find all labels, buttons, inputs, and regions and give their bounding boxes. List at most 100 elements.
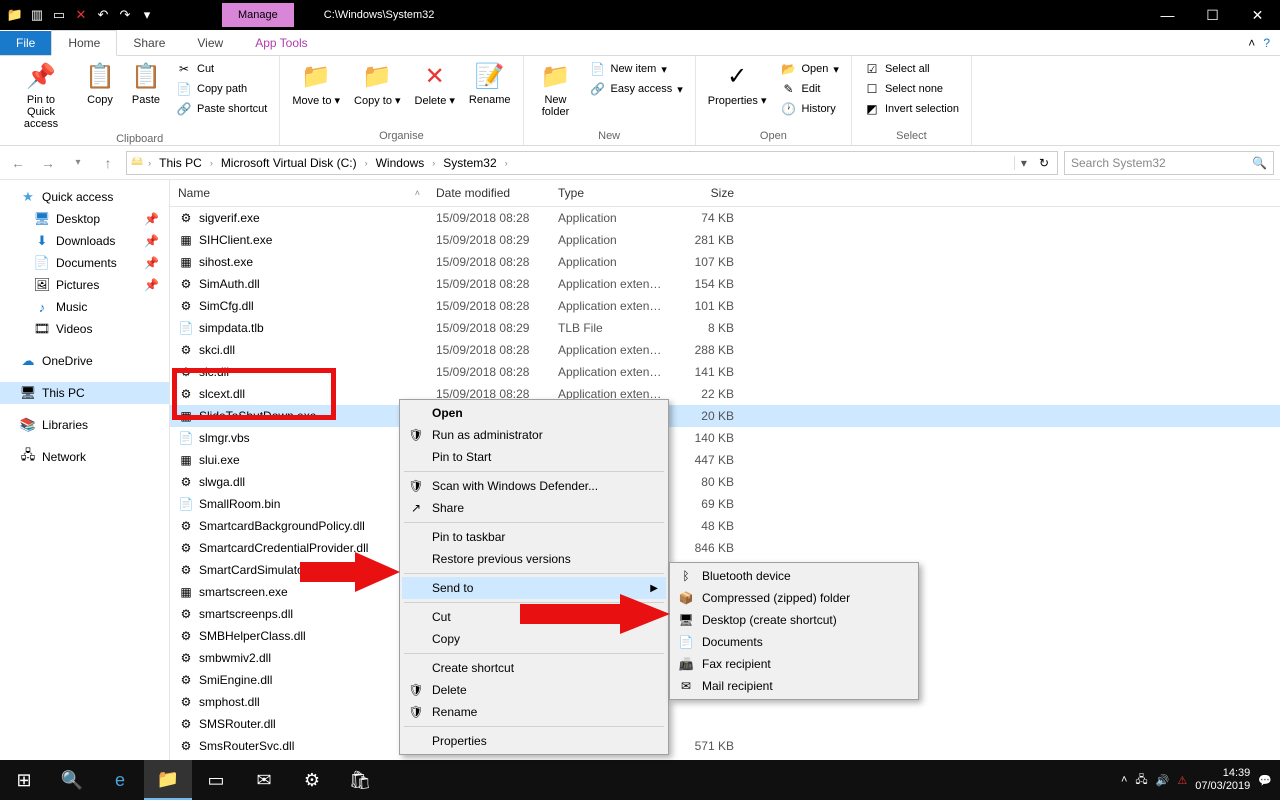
nav-quick-access[interactable]: ★Quick access [0,186,169,208]
invert-selection-button[interactable]: ◩Invert selection [862,100,961,118]
nav-onedrive[interactable]: ☁OneDrive [0,350,169,372]
crumb-0[interactable]: This PC [156,156,205,170]
delete-button[interactable]: ✕Delete ▾ [409,58,461,109]
nav-documents[interactable]: 📄Documents📌 [0,252,169,274]
pin-to-quick-access-button[interactable]: 📌Pin to Quick access [6,58,76,132]
move-to-button[interactable]: 📁Move to ▾ [286,58,346,109]
properties-button[interactable]: ✓Properties ▾ [702,58,773,109]
tray-clock[interactable]: 14:3907/03/2019 [1195,767,1250,793]
file-row[interactable]: ⚙SmartcardCredentialProvider.dll846 KB [170,537,1280,559]
file-row[interactable]: ▦slui.exe447 KB [170,449,1280,471]
close-button[interactable]: ✕ [1235,0,1280,30]
save-icon[interactable]: ▥ [28,6,46,24]
crumb-2[interactable]: Windows [373,156,428,170]
menu-item[interactable]: ᛒBluetooth device [672,565,916,587]
file-row[interactable]: ⚙SimCfg.dll15/09/2018 08:28Application e… [170,295,1280,317]
col-date[interactable]: Date modified [428,184,550,202]
file-row[interactable]: 📄slmgr.vbs140 KB [170,427,1280,449]
file-row[interactable]: ▦SIHClient.exe15/09/2018 08:29Applicatio… [170,229,1280,251]
task-explorer[interactable]: 📁 [144,760,192,800]
nav-this-pc[interactable]: 🖥This PC [0,382,169,404]
cut-button[interactable]: ✂Cut [174,60,269,78]
menu-item[interactable]: 📦Compressed (zipped) folder [672,587,916,609]
menu-item[interactable]: Restore previous versions [402,548,666,570]
nav-downloads[interactable]: ⬇Downloads📌 [0,230,169,252]
task-search[interactable]: 🔍 [48,760,96,800]
open-button[interactable]: 📂Open ▾ [779,60,841,78]
search-box[interactable]: Search System32 🔍 [1064,151,1274,175]
task-mail[interactable]: ✉ [240,760,288,800]
menu-item[interactable]: Open [402,402,666,424]
back-button[interactable]: ← [6,151,30,175]
crumb-3[interactable]: System32 [440,156,499,170]
addr-dropdown-icon[interactable]: ▾ [1014,156,1033,170]
refresh-icon[interactable]: ↻ [1035,156,1053,170]
tab-view[interactable]: View [181,31,239,55]
file-row[interactable]: ▦SlideToShutDown.exe20 KB [170,405,1280,427]
file-row[interactable]: ⚙SmartcardBackgroundPolicy.dll48 KB [170,515,1280,537]
menu-item[interactable]: Copy [402,628,666,650]
menu-item[interactable]: Cut [402,606,666,628]
nav-network[interactable]: 🖧Network [0,446,169,468]
file-row[interactable]: 📄simpdata.tlb15/09/2018 08:29TLB File8 K… [170,317,1280,339]
menu-item[interactable]: Properties [402,730,666,752]
menu-item[interactable]: 🛡Rename [402,701,666,723]
new-item-button[interactable]: 📄New item ▾ [588,60,685,78]
menu-item[interactable]: 📄Documents [672,631,916,653]
tray-up-icon[interactable]: ˄ [1121,774,1127,786]
maximize-button[interactable]: ☐ [1190,0,1235,30]
menu-item[interactable]: Pin to taskbar [402,526,666,548]
qat-dropdown-icon[interactable]: ▾ [138,6,156,24]
task-settings[interactable]: ⚙ [288,760,336,800]
menu-item[interactable]: Pin to Start [402,446,666,468]
manage-tab[interactable]: Manage [222,3,294,27]
menu-item[interactable]: 📠Fax recipient [672,653,916,675]
new-folder-button[interactable]: 📁New folder [530,58,582,120]
file-row[interactable]: ⚙SimAuth.dll15/09/2018 08:28Application … [170,273,1280,295]
paste-button[interactable]: 📋Paste [124,58,168,108]
properties-icon[interactable]: ▭ [50,6,68,24]
tab-app-tools[interactable]: App Tools [239,31,323,55]
file-row[interactable]: ⚙sigverif.exe15/09/2018 08:28Application… [170,207,1280,229]
tray-network-icon[interactable]: 🖧 [1135,771,1147,790]
nav-videos[interactable]: 🎞Videos [0,318,169,340]
menu-item[interactable]: Send to▶ [402,577,666,599]
rename-button[interactable]: 📝Rename [463,58,517,108]
nav-libraries[interactable]: 📚Libraries [0,414,169,436]
address-bar[interactable]: 🖴 › This PC› Microsoft Virtual Disk (C:)… [126,151,1058,175]
file-row[interactable]: ⚙SmsRouterSvc.dll571 KB [170,735,1280,757]
file-row[interactable]: 📄SmallRoom.bin69 KB [170,493,1280,515]
nav-pictures[interactable]: 🖼Pictures📌 [0,274,169,296]
file-row[interactable]: ⚙slwga.dll80 KB [170,471,1280,493]
up-button[interactable]: ↑ [96,151,120,175]
tray-volume-icon[interactable]: 🔊 [1156,774,1170,787]
tray-warning-icon[interactable]: ⚠ [1177,774,1187,787]
file-row[interactable]: ⚙skci.dll15/09/2018 08:28Application ext… [170,339,1280,361]
history-button[interactable]: 🕐History [779,100,841,118]
col-name[interactable]: Name˄ [170,184,428,202]
redo-icon[interactable]: ↷ [116,6,134,24]
tab-home[interactable]: Home [51,30,117,56]
ribbon-collapse-icon[interactable]: ˄ [1248,36,1255,50]
task-edge[interactable]: e [96,760,144,800]
menu-item[interactable]: 🛡Delete [402,679,666,701]
minimize-button[interactable]: — [1145,0,1190,30]
nav-desktop[interactable]: 🖥Desktop📌 [0,208,169,230]
col-size[interactable]: Size [672,184,742,202]
task-terminal[interactable]: ▭ [192,760,240,800]
file-row[interactable]: ▦sihost.exe15/09/2018 08:28Application10… [170,251,1280,273]
copy-path-button[interactable]: 📄Copy path [174,80,269,98]
easy-access-button[interactable]: 🔗Easy access ▾ [588,80,685,98]
edit-button[interactable]: ✎Edit [779,80,841,98]
menu-item[interactable]: ✉Mail recipient [672,675,916,697]
select-none-button[interactable]: ☐Select none [862,80,961,98]
copy-button[interactable]: 📋Copy [78,58,122,108]
help-icon[interactable]: ? [1263,36,1270,50]
select-all-button[interactable]: ☑Select all [862,60,961,78]
menu-item[interactable]: ↗Share [402,497,666,519]
nav-music[interactable]: ♪Music [0,296,169,318]
menu-item[interactable]: Create shortcut [402,657,666,679]
file-row[interactable]: ⚙slcext.dll15/09/2018 08:28Application e… [170,383,1280,405]
file-row[interactable]: ⚙slc.dll15/09/2018 08:28Application exte… [170,361,1280,383]
file-row[interactable]: ⚙SMSRouter.dll [170,713,1280,735]
